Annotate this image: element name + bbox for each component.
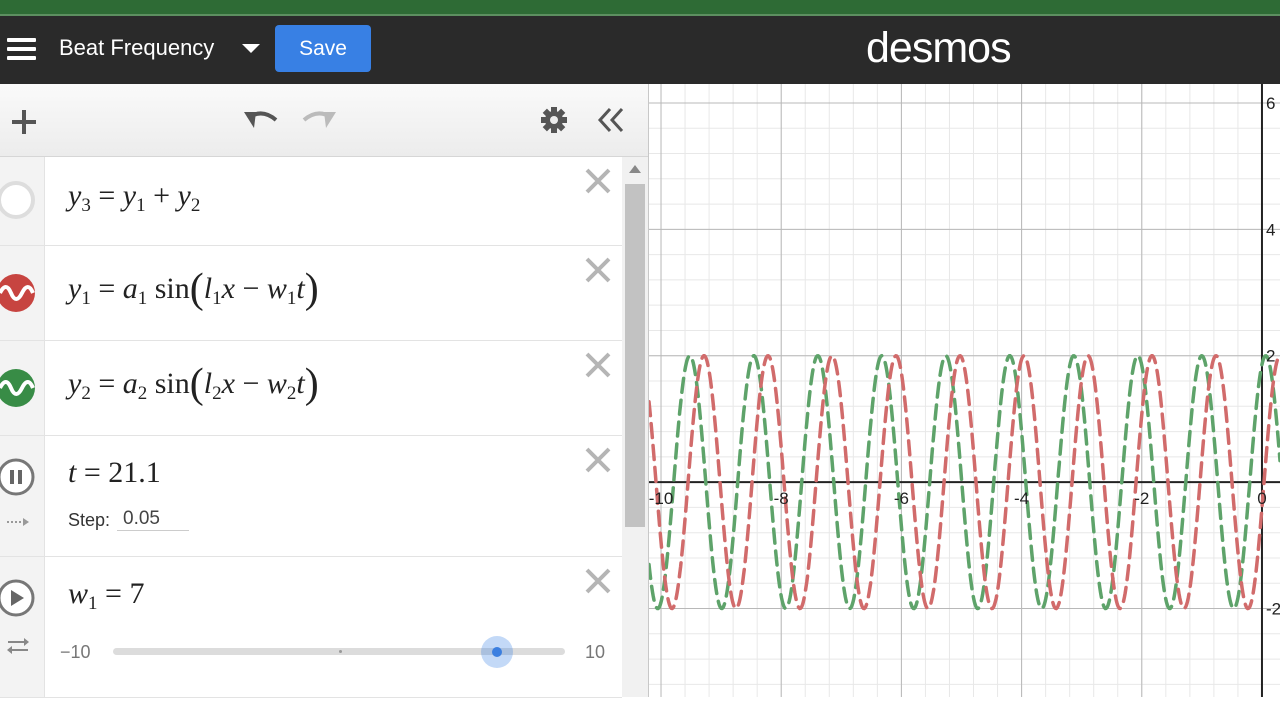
title-dropdown-icon[interactable] xyxy=(242,44,260,53)
delete-expression-icon[interactable] xyxy=(584,567,612,595)
slider-max-label[interactable]: 10 xyxy=(585,642,605,663)
expression-t[interactable]: t = 21.1 Step: 0.05 xyxy=(0,436,622,557)
expression-gutter xyxy=(0,436,45,556)
expression-w1-math[interactable]: w1 = 7 xyxy=(68,577,144,615)
loop-arrows-icon[interactable] xyxy=(6,637,30,655)
y-tick-label: 2 xyxy=(1266,347,1275,366)
expression-y1-math[interactable]: y1 = a1 sin(l1x − w1t) xyxy=(68,268,319,310)
scroll-up-arrow-icon[interactable] xyxy=(629,165,641,173)
settings-gear-icon[interactable] xyxy=(540,106,568,134)
x-tick-label: 0 xyxy=(1257,489,1266,508)
pause-icon[interactable] xyxy=(0,456,38,498)
graph-title[interactable]: Beat Frequency xyxy=(59,35,214,61)
delete-expression-icon[interactable] xyxy=(584,446,612,474)
green-wave-icon[interactable] xyxy=(0,367,38,409)
step-input[interactable]: 0.05 xyxy=(117,508,189,531)
slider-center-tick xyxy=(339,650,342,653)
delete-expression-icon[interactable] xyxy=(584,256,612,284)
expression-scrollbar[interactable] xyxy=(622,157,648,697)
expression-gutter xyxy=(0,341,45,435)
redo-icon[interactable] xyxy=(300,106,338,134)
scrollbar-thumb[interactable] xyxy=(625,184,645,527)
expression-y1[interactable]: y1 = a1 sin(l1x − w1t) xyxy=(0,246,622,341)
expression-gutter xyxy=(0,246,45,340)
save-button[interactable]: Save xyxy=(275,25,371,72)
step-label: Step: xyxy=(68,510,111,530)
hidden-circle-icon[interactable] xyxy=(0,179,38,221)
collapse-panel-icon[interactable] xyxy=(596,106,626,134)
expression-y2[interactable]: y2 = a2 sin(l2x − w2t) xyxy=(0,341,622,436)
play-icon[interactable] xyxy=(0,577,38,619)
expression-y3-math[interactable]: y3 = y1 + y2 xyxy=(68,179,200,217)
expression-w1[interactable]: w1 = 7 −10 10 xyxy=(0,557,622,698)
y-tick-label: 6 xyxy=(1266,94,1275,113)
add-icon[interactable] xyxy=(10,108,38,136)
y-tick-label: -2 xyxy=(1266,600,1280,619)
expression-gutter xyxy=(0,157,45,245)
slider-min-label[interactable]: −10 xyxy=(60,642,91,663)
expression-gutter xyxy=(0,557,45,697)
app-header: Beat Frequency Save desmos xyxy=(0,16,1280,84)
expression-y2-math[interactable]: y2 = a2 sin(l2x − w2t) xyxy=(68,363,319,405)
delete-expression-icon[interactable] xyxy=(584,351,612,379)
x-tick-label: -10 xyxy=(649,489,673,508)
expression-toolbar xyxy=(0,84,648,157)
x-tick-label: -4 xyxy=(1014,489,1029,508)
delete-expression-icon[interactable] xyxy=(584,167,612,195)
expression-y3[interactable]: y3 = y1 + y2 xyxy=(0,157,622,246)
undo-icon[interactable] xyxy=(242,106,280,134)
graph-canvas[interactable]: -10 -8 -6 -4 -2 0 6 4 2 -2 xyxy=(647,84,1280,697)
y-tick-label: 4 xyxy=(1266,220,1275,239)
x-tick-label: -8 xyxy=(774,489,789,508)
expression-panel: y3 = y1 + y2 y1 = a1 sin(l1x − w1t) y2 =… xyxy=(0,84,649,698)
menu-icon[interactable] xyxy=(7,38,36,62)
graph-svg[interactable]: -10 -8 -6 -4 -2 0 6 4 2 -2 xyxy=(647,84,1280,697)
desmos-logo: desmos xyxy=(866,24,1012,72)
step-arrow-icon[interactable] xyxy=(6,516,30,528)
slider-knob[interactable] xyxy=(492,647,502,657)
expression-t-math[interactable]: t = 21.1 xyxy=(68,456,161,490)
red-wave-icon[interactable] xyxy=(0,272,38,314)
x-tick-label: -2 xyxy=(1134,489,1149,508)
x-tick-label: -6 xyxy=(894,489,909,508)
top-accent-strip xyxy=(0,0,1280,14)
